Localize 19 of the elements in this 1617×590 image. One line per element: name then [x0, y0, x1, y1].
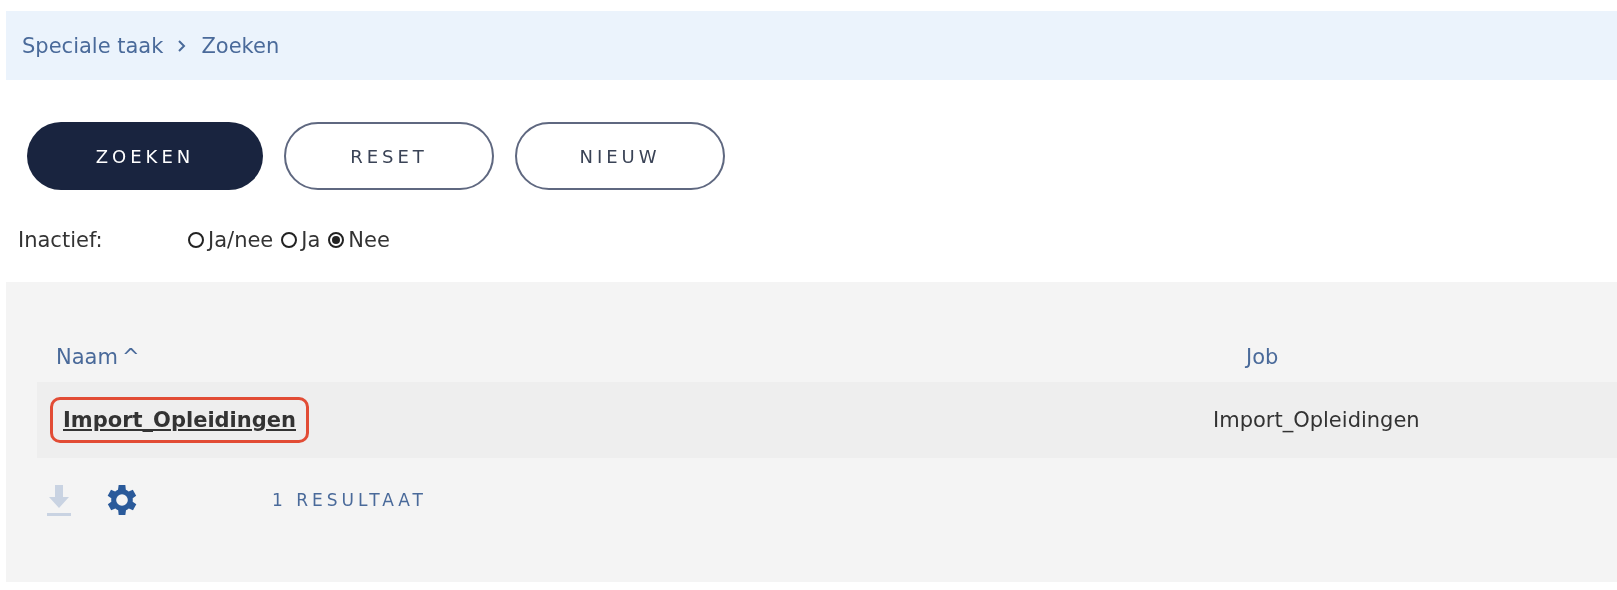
radio-label[interactable]: Nee — [348, 228, 390, 252]
column-header[interactable]: Naam — [56, 345, 118, 369]
name-link[interactable]: Import_Opleidingen — [50, 397, 309, 443]
breadcrumb-current: Zoeken — [201, 33, 280, 58]
radio-button[interactable] — [281, 232, 298, 248]
radio-button[interactable] — [328, 232, 345, 248]
sort-icon[interactable]: ^ — [121, 345, 140, 369]
action-button[interactable]: NIEUW — [515, 122, 725, 190]
chevron-icon — [177, 38, 188, 53]
column-header[interactable]: Job — [1246, 345, 1279, 369]
radio-button[interactable] — [188, 232, 204, 248]
radio-label[interactable]: Ja/nee — [208, 228, 274, 252]
filter-label: Inactief: — [18, 228, 104, 252]
search-button[interactable]: ZOEKEN — [27, 122, 263, 190]
radio-label[interactable]: Ja — [301, 228, 321, 252]
action-button[interactable]: RESET — [284, 122, 494, 190]
result-count: 1 RESULTAAT — [272, 490, 427, 510]
breadcrumb-link[interactable]: Speciale taak — [22, 33, 164, 58]
table-cell: Import_Opleidingen — [1213, 408, 1420, 432]
